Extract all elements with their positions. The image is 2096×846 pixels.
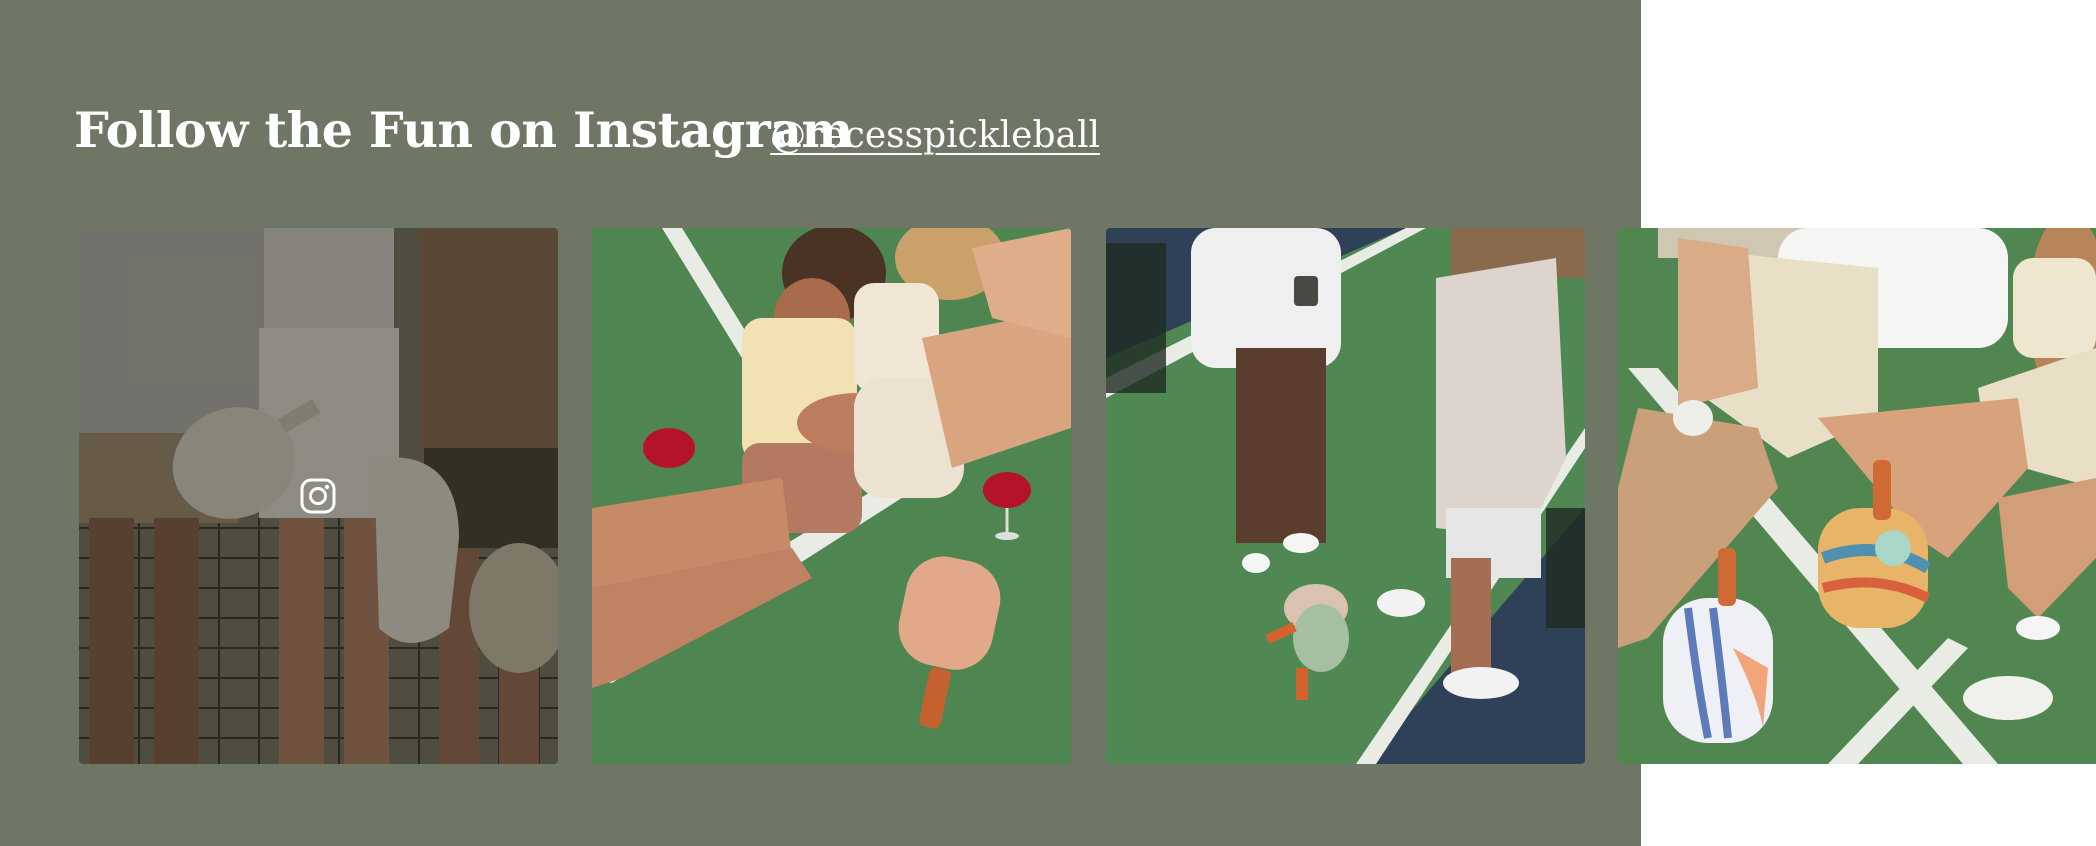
section-title: Follow the Fun on Instagram <box>74 101 853 159</box>
instagram-post[interactable] <box>592 228 1071 764</box>
instagram-post[interactable] <box>1106 228 1585 764</box>
instagram-post[interactable] <box>79 228 558 764</box>
post-image <box>1106 228 1585 764</box>
instagram-icon <box>300 478 336 514</box>
instagram-handle-link[interactable]: @recesspickleball <box>770 115 1100 156</box>
post-image <box>592 228 1071 764</box>
instagram-post[interactable] <box>1618 228 2096 764</box>
post-image <box>1618 228 2096 764</box>
